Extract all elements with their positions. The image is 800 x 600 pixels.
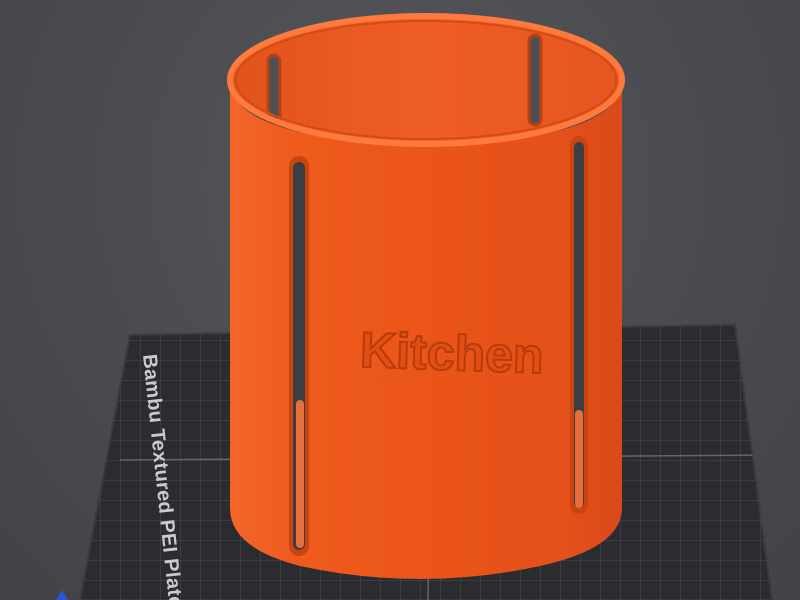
front-slot-right (570, 136, 588, 514)
front-slot-left (289, 156, 309, 556)
viewport-scene: Kitchen (78, 13, 774, 600)
model-kitchen-cylinder[interactable]: Kitchen (227, 13, 625, 579)
back-slot-right (527, 33, 543, 127)
model-embossed-text: Kitchen (359, 322, 544, 384)
3d-viewport[interactable]: Kitchen Bambu Textured PEI Plate (0, 0, 800, 600)
axis-y-icon (56, 590, 68, 600)
